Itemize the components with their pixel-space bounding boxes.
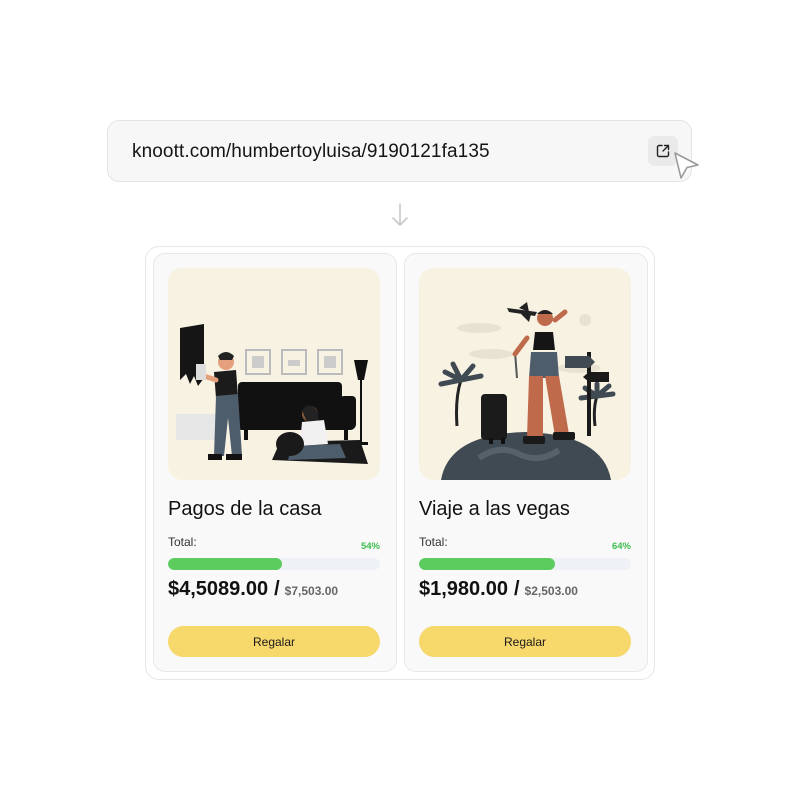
external-link-icon	[656, 144, 670, 158]
share-link-url: knoott.com/humbertoyluisa/9190121fa135	[132, 141, 490, 162]
amount-separator: /	[274, 578, 280, 600]
gift-button[interactable]: Regalar	[419, 626, 631, 657]
progress-percent: 64%	[611, 541, 631, 552]
amount-row: $4,5089.00/ $7,503.00	[168, 578, 338, 601]
fund-title: Viaje a las vegas	[419, 498, 570, 520]
total-label: Total:	[419, 535, 448, 549]
progress-bar	[168, 558, 380, 570]
total-label: Total:	[168, 535, 197, 549]
progress-fill	[419, 558, 555, 570]
gift-button[interactable]: Regalar	[168, 626, 380, 657]
amount-separator: /	[513, 578, 520, 600]
amount-raised: $4,5089.00	[168, 578, 269, 600]
mouse-pointer-icon	[674, 152, 699, 179]
travel-illustration	[419, 268, 631, 480]
arrow-down-icon	[392, 203, 408, 226]
progress-fill	[168, 558, 283, 570]
amount-row: $1,980.00/ $2,503.00	[419, 578, 578, 601]
house-painting-illustration	[168, 268, 380, 480]
share-link-field[interactable]: knoott.com/humbertoyluisa/9190121fa135	[107, 120, 692, 182]
progress-bar	[419, 558, 631, 570]
progress-percent: 54%	[360, 541, 380, 552]
gift-fund-card: Viaje a las vegas Total: 64% $1,980.00/$…	[404, 253, 648, 672]
amount-goal: $7,503.00	[284, 584, 339, 598]
gift-fund-card: Pagos de la casa Total: 54% $4,5089.00/$…	[153, 253, 397, 672]
amount-raised: $1,980.00	[419, 578, 508, 600]
amount-goal: $2,503.00	[524, 584, 578, 598]
fund-title: Pagos de la casa	[168, 498, 322, 520]
